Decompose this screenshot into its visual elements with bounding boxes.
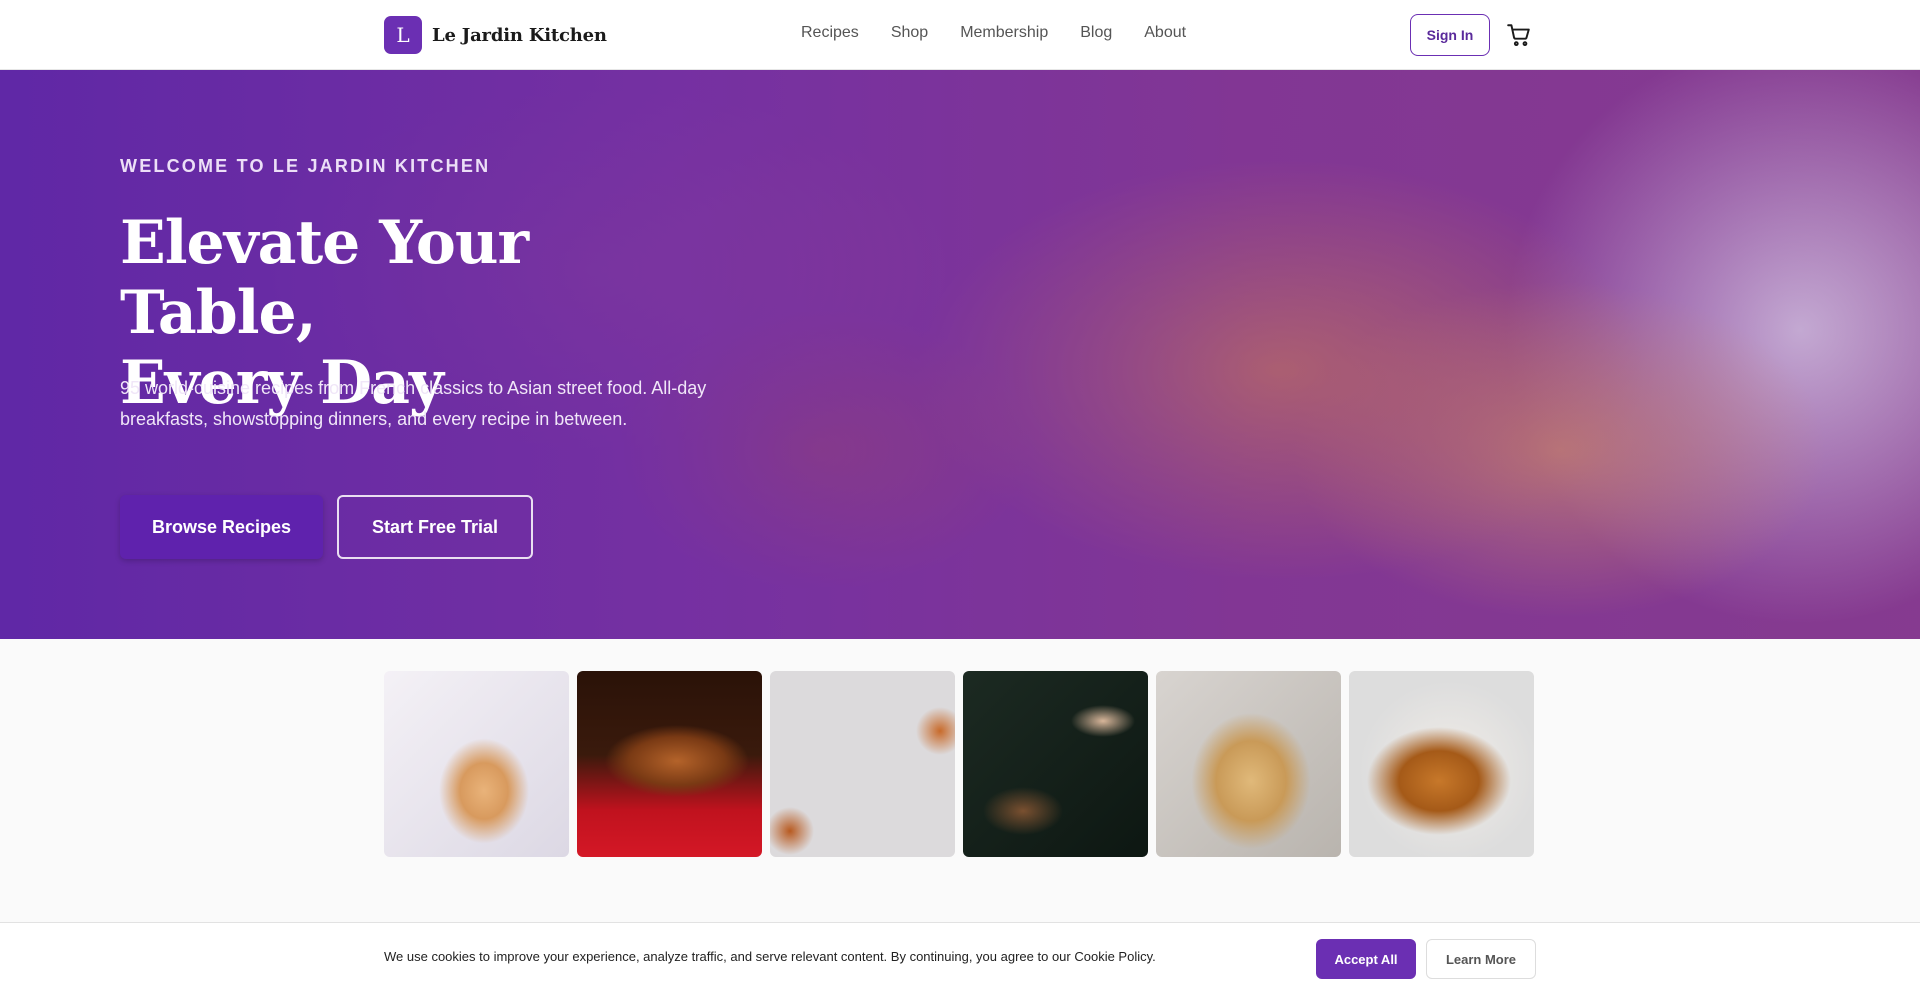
nav-recipes[interactable]: Recipes: [801, 24, 859, 42]
accept-all-button[interactable]: Accept All: [1316, 939, 1416, 979]
gallery-tile-roast-chicken[interactable]: [1349, 671, 1534, 857]
site-header: L Le Jardin Kitchen Recipes Shop Members…: [0, 0, 1920, 70]
hero-eyebrow: WELCOME TO LE JARDIN KITCHEN: [120, 156, 491, 176]
cookie-banner: We use cookies to improve your experienc…: [0, 922, 1920, 993]
nav-blog[interactable]: Blog: [1080, 24, 1112, 42]
shopping-cart-icon[interactable]: [1506, 22, 1532, 48]
hero-description: 95 world-cuisine recipes from French cla…: [120, 378, 707, 429]
main-nav: Recipes Shop Membership Blog About: [801, 24, 1186, 42]
gallery-tile-spaghetti[interactable]: [1156, 671, 1341, 857]
sign-in-button[interactable]: Sign In: [1410, 14, 1490, 56]
learn-more-button[interactable]: Learn More: [1426, 939, 1536, 979]
nav-shop[interactable]: Shop: [891, 24, 928, 42]
logo-mark: L: [384, 16, 422, 54]
gallery-tile-noodles[interactable]: [963, 671, 1148, 857]
hero-title-line-1: Elevate Your Table,: [120, 208, 529, 348]
logo[interactable]: L Le Jardin Kitchen: [384, 16, 607, 54]
gallery-tile-salmon[interactable]: [577, 671, 762, 857]
start-free-trial-button[interactable]: Start Free Trial: [337, 495, 533, 559]
browse-recipes-button[interactable]: Browse Recipes: [120, 495, 323, 559]
recipe-gallery: [384, 671, 1534, 857]
site-name: Le Jardin Kitchen: [432, 24, 607, 46]
cookie-message: We use cookies to improve your experienc…: [384, 949, 1156, 964]
hero-banner: WELCOME TO LE JARDIN KITCHEN Elevate You…: [0, 70, 1920, 639]
gallery-tile-pancakes[interactable]: [384, 671, 569, 857]
nav-membership[interactable]: Membership: [960, 24, 1048, 42]
nav-about[interactable]: About: [1144, 24, 1186, 42]
gallery-tile-salads[interactable]: [770, 671, 955, 857]
